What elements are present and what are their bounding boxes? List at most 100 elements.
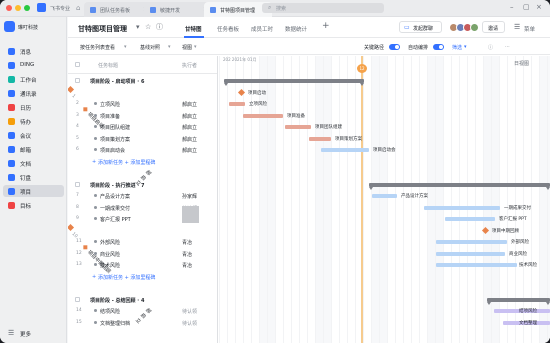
tab-gantt[interactable]: 甘特图 <box>185 25 202 33</box>
task-owner[interactable]: 青冶 <box>182 239 192 246</box>
task-owner[interactable]: 郝启立 <box>182 113 197 120</box>
table-row[interactable]: 1 项目启动 郝启立 <box>68 85 152 187</box>
task-title[interactable]: 项目阶段 - 总结回顾 · 4 <box>90 297 144 304</box>
row-checkbox[interactable] <box>75 181 80 187</box>
gantt-task-bar[interactable] <box>372 194 397 198</box>
task-title[interactable]: 项目启动会 <box>100 147 125 154</box>
task-status-icon[interactable] <box>94 113 97 117</box>
table-row[interactable]: 7 产品设计方案 孙家辉 <box>68 190 217 201</box>
task-owner[interactable]: 青冶 <box>182 251 192 258</box>
task-title[interactable]: 项目准备 <box>100 113 120 120</box>
table-row[interactable]: 2 立项风险 郝启立 <box>68 98 217 109</box>
more-options-icon[interactable]: ⋯ <box>505 44 510 50</box>
task-title[interactable]: 外部风险 <box>100 239 120 246</box>
gantt-task-bar[interactable] <box>321 148 369 152</box>
start-group-chat-button[interactable]: ▭ 发起群聊 <box>399 21 442 33</box>
add-view-icon[interactable]: + <box>322 22 330 31</box>
task-title[interactable]: 项目策划方案 <box>100 136 130 143</box>
task-status-icon[interactable] <box>94 136 97 140</box>
task-owner[interactable]: 郝启立 <box>182 101 197 108</box>
task-status-icon[interactable] <box>94 217 97 220</box>
sidebar-item[interactable]: 会议 <box>3 129 64 141</box>
task-title[interactable]: 项目团队组建 <box>100 124 130 131</box>
task-status-icon[interactable] <box>94 240 97 243</box>
sidebar-item[interactable]: 文档 <box>3 157 64 169</box>
task-status-icon[interactable] <box>94 205 97 209</box>
task-title[interactable]: 结项风险 <box>100 308 120 315</box>
info-icon[interactable]: ⓘ <box>156 23 163 31</box>
global-search-input[interactable]: ⌕ 搜索 <box>262 3 384 13</box>
task-owner[interactable]: 待认领 <box>182 320 197 327</box>
table-row[interactable]: 15 文档整理归档 待认领 <box>68 317 217 328</box>
gantt-group-bar[interactable] <box>487 297 550 305</box>
add-task-row[interactable]: + 添加新任务 + 添加里程碑 <box>68 271 217 282</box>
task-title[interactable]: 客户汇报 PPT <box>100 216 131 223</box>
task-status-icon[interactable] <box>94 251 97 255</box>
view-dropdown[interactable]: 视图 <box>182 44 192 51</box>
task-title[interactable]: 技术风险 <box>100 262 120 269</box>
chevron-down-icon[interactable]: ▾ <box>136 23 140 31</box>
task-status-icon[interactable] <box>94 194 97 197</box>
auto-schedule-toggle[interactable] <box>433 44 444 50</box>
gantt-task-bar[interactable] <box>445 217 495 221</box>
sidebar-item[interactable]: 消息 <box>3 45 64 57</box>
table-row[interactable]: 14 结项风险 待认领 <box>68 305 217 316</box>
task-title[interactable]: 添加新任务 + 添加里程碑 <box>98 159 155 166</box>
maximize-window-button[interactable] <box>24 5 30 11</box>
row-checkbox[interactable] <box>75 78 80 83</box>
task-owner[interactable]: 待认领 <box>182 308 197 315</box>
tab-statistics[interactable]: 数据统计 <box>285 25 307 33</box>
minimize-window-button[interactable] <box>15 5 21 11</box>
doc-tab-2[interactable]: 敏捷开发 × <box>144 2 212 17</box>
org-switcher[interactable]: 琳叮科技 <box>4 21 60 32</box>
table-row[interactable]: 12 商业风险 青冶 <box>68 248 217 259</box>
table-row[interactable]: 3 项目准备 郝启立 <box>68 110 217 121</box>
sidebar-item[interactable]: 日历 <box>3 101 64 113</box>
sidebar-item[interactable]: 项目 <box>3 185 64 197</box>
gantt-task-bar[interactable] <box>285 125 311 129</box>
task-status-icon[interactable] <box>94 263 97 266</box>
add-task-row[interactable]: + 添加新任务 + 添加里程碑 <box>68 156 217 167</box>
table-row[interactable]: 5 项目策划方案 郝启立 <box>68 133 217 144</box>
gantt-group-bar[interactable] <box>224 79 364 86</box>
sidebar-item-more[interactable]: ☰ 更多 <box>3 327 64 339</box>
task-status-icon[interactable] <box>94 320 97 324</box>
table-row[interactable]: 6 项目启动会 郝启立 <box>68 144 217 155</box>
select-all-checkbox[interactable] <box>75 62 80 67</box>
sidebar-item[interactable]: 目标 <box>3 199 64 211</box>
menu-button[interactable]: 菜单 <box>524 25 535 33</box>
home-icon[interactable]: ⌂ <box>76 4 80 12</box>
task-title[interactable]: 添加新任务 + 添加里程碑 <box>98 274 155 281</box>
gantt-task-bar[interactable] <box>243 113 283 118</box>
sidebar-item[interactable]: 通讯录 <box>3 87 64 99</box>
baseline-dropdown[interactable]: 基线对照 <box>140 44 160 51</box>
gantt-task-bar[interactable] <box>436 251 505 256</box>
gantt-task-bar[interactable] <box>229 102 245 106</box>
gantt-view-mode[interactable]: 日视图 <box>514 60 529 67</box>
task-owner[interactable]: 孙家辉 <box>182 193 197 200</box>
group-by-dropdown[interactable]: 按任务列表查看 <box>80 44 115 51</box>
project-title[interactable]: 甘特图项目管理 <box>78 24 127 34</box>
task-title[interactable]: 商业风险 <box>100 251 120 258</box>
task-title[interactable]: 一期成果交付 <box>100 205 130 212</box>
task-owner[interactable]: 青冶 <box>182 262 192 269</box>
close-icon[interactable]: × <box>536 3 542 11</box>
star-icon[interactable]: ☆ <box>145 23 151 31</box>
column-header-owner[interactable]: 执行者 <box>182 62 197 69</box>
task-status-icon[interactable] <box>94 148 97 151</box>
sidebar-item[interactable]: DING <box>3 59 64 71</box>
table-row[interactable]: 11 外部风险 青冶 <box>68 236 217 247</box>
minimize-icon[interactable]: – <box>510 3 514 11</box>
doc-tab-1[interactable]: 团队任务看板 × <box>84 2 152 17</box>
task-title[interactable]: 项目阶段 - 执行推进 · 7 <box>90 182 144 189</box>
task-owner[interactable]: 郝启立 <box>182 136 197 143</box>
task-status-icon[interactable] <box>94 102 97 105</box>
tab-member-hours[interactable]: 成员工时 <box>251 25 273 33</box>
table-row[interactable]: 13 技术风险 青冶 <box>68 259 217 270</box>
critical-path-toggle[interactable] <box>389 44 400 50</box>
avatar[interactable] <box>470 23 479 32</box>
task-title[interactable]: 立项风险 <box>100 101 120 108</box>
gantt-task-bar[interactable] <box>436 240 507 244</box>
task-group-row[interactable]: 项目阶段 - 执行推进 · 7 <box>68 179 217 190</box>
close-window-button[interactable] <box>6 5 12 11</box>
